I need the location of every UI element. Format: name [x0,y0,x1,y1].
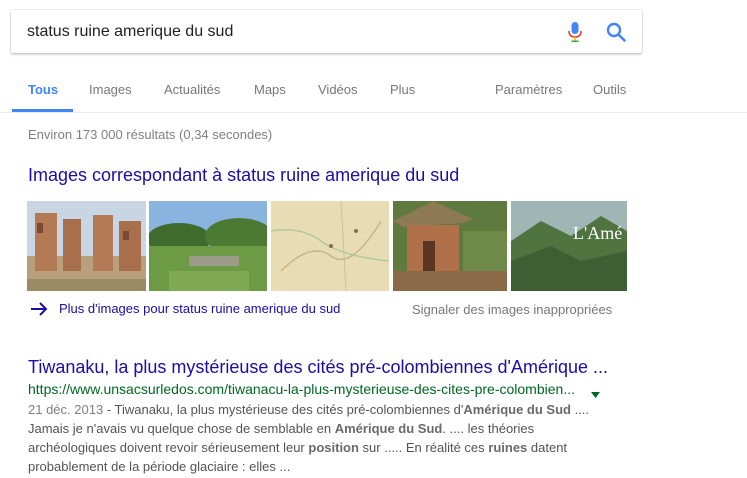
image-thumbnail-3[interactable] [271,201,389,291]
tab-outils[interactable]: Outils [593,82,626,97]
snippet-bold: Amérique du Sud [463,402,571,417]
active-tab-indicator [12,109,73,112]
result-url: https://www.unsacsurledos.com/tiwanacu-l… [28,381,575,397]
snippet-bold: Amérique du Sud [334,421,443,436]
report-images-link[interactable]: Signaler des images inappropriées [412,302,612,317]
image-thumbnail-5[interactable]: L'Amé [511,201,627,291]
more-images-label[interactable]: Plus d'images pour status ruine amerique… [59,301,340,316]
microphone-icon[interactable] [567,21,583,43]
snippet-text: sur ..... En réalité ces [358,440,489,455]
snippet-bold: position [308,440,359,455]
search-tabs: Tous Images Actualités Maps Vidéos Plus … [0,64,747,113]
result-date: 21 déc. 2013 [28,402,104,417]
arrow-right-icon [30,302,48,316]
tab-maps[interactable]: Maps [254,82,286,97]
image-thumbnail-1[interactable] [27,201,146,291]
image-thumbnail-2[interactable] [149,201,267,291]
image-thumbnail-4[interactable] [393,201,507,291]
thumbnail-5-caption: L'Amé [573,223,622,243]
search-box[interactable] [11,10,642,53]
caret-down-icon[interactable] [591,385,600,398]
tab-tous[interactable]: Tous [28,82,58,97]
result-stats: Environ 173 000 résultats (0,34 secondes… [28,127,273,142]
result-snippet: 21 déc. 2013 - Tiwanaku, la plus mystéri… [28,400,608,476]
images-heading-link[interactable]: Images correspondant à status ruine amer… [28,165,459,186]
snippet-bold: ruines [488,440,528,455]
result-title-link[interactable]: Tiwanaku, la plus mystérieuse des cités … [28,357,608,378]
magnifier-icon[interactable] [605,21,627,43]
snippet-text: - Tiwanaku, la plus mystérieuse des cité… [103,402,464,417]
tab-videos[interactable]: Vidéos [318,82,358,97]
tab-actualites[interactable]: Actualités [164,82,220,97]
tab-parametres[interactable]: Paramètres [495,82,562,97]
search-input[interactable] [27,21,547,43]
tab-plus[interactable]: Plus [390,82,415,97]
tab-images[interactable]: Images [89,82,132,97]
